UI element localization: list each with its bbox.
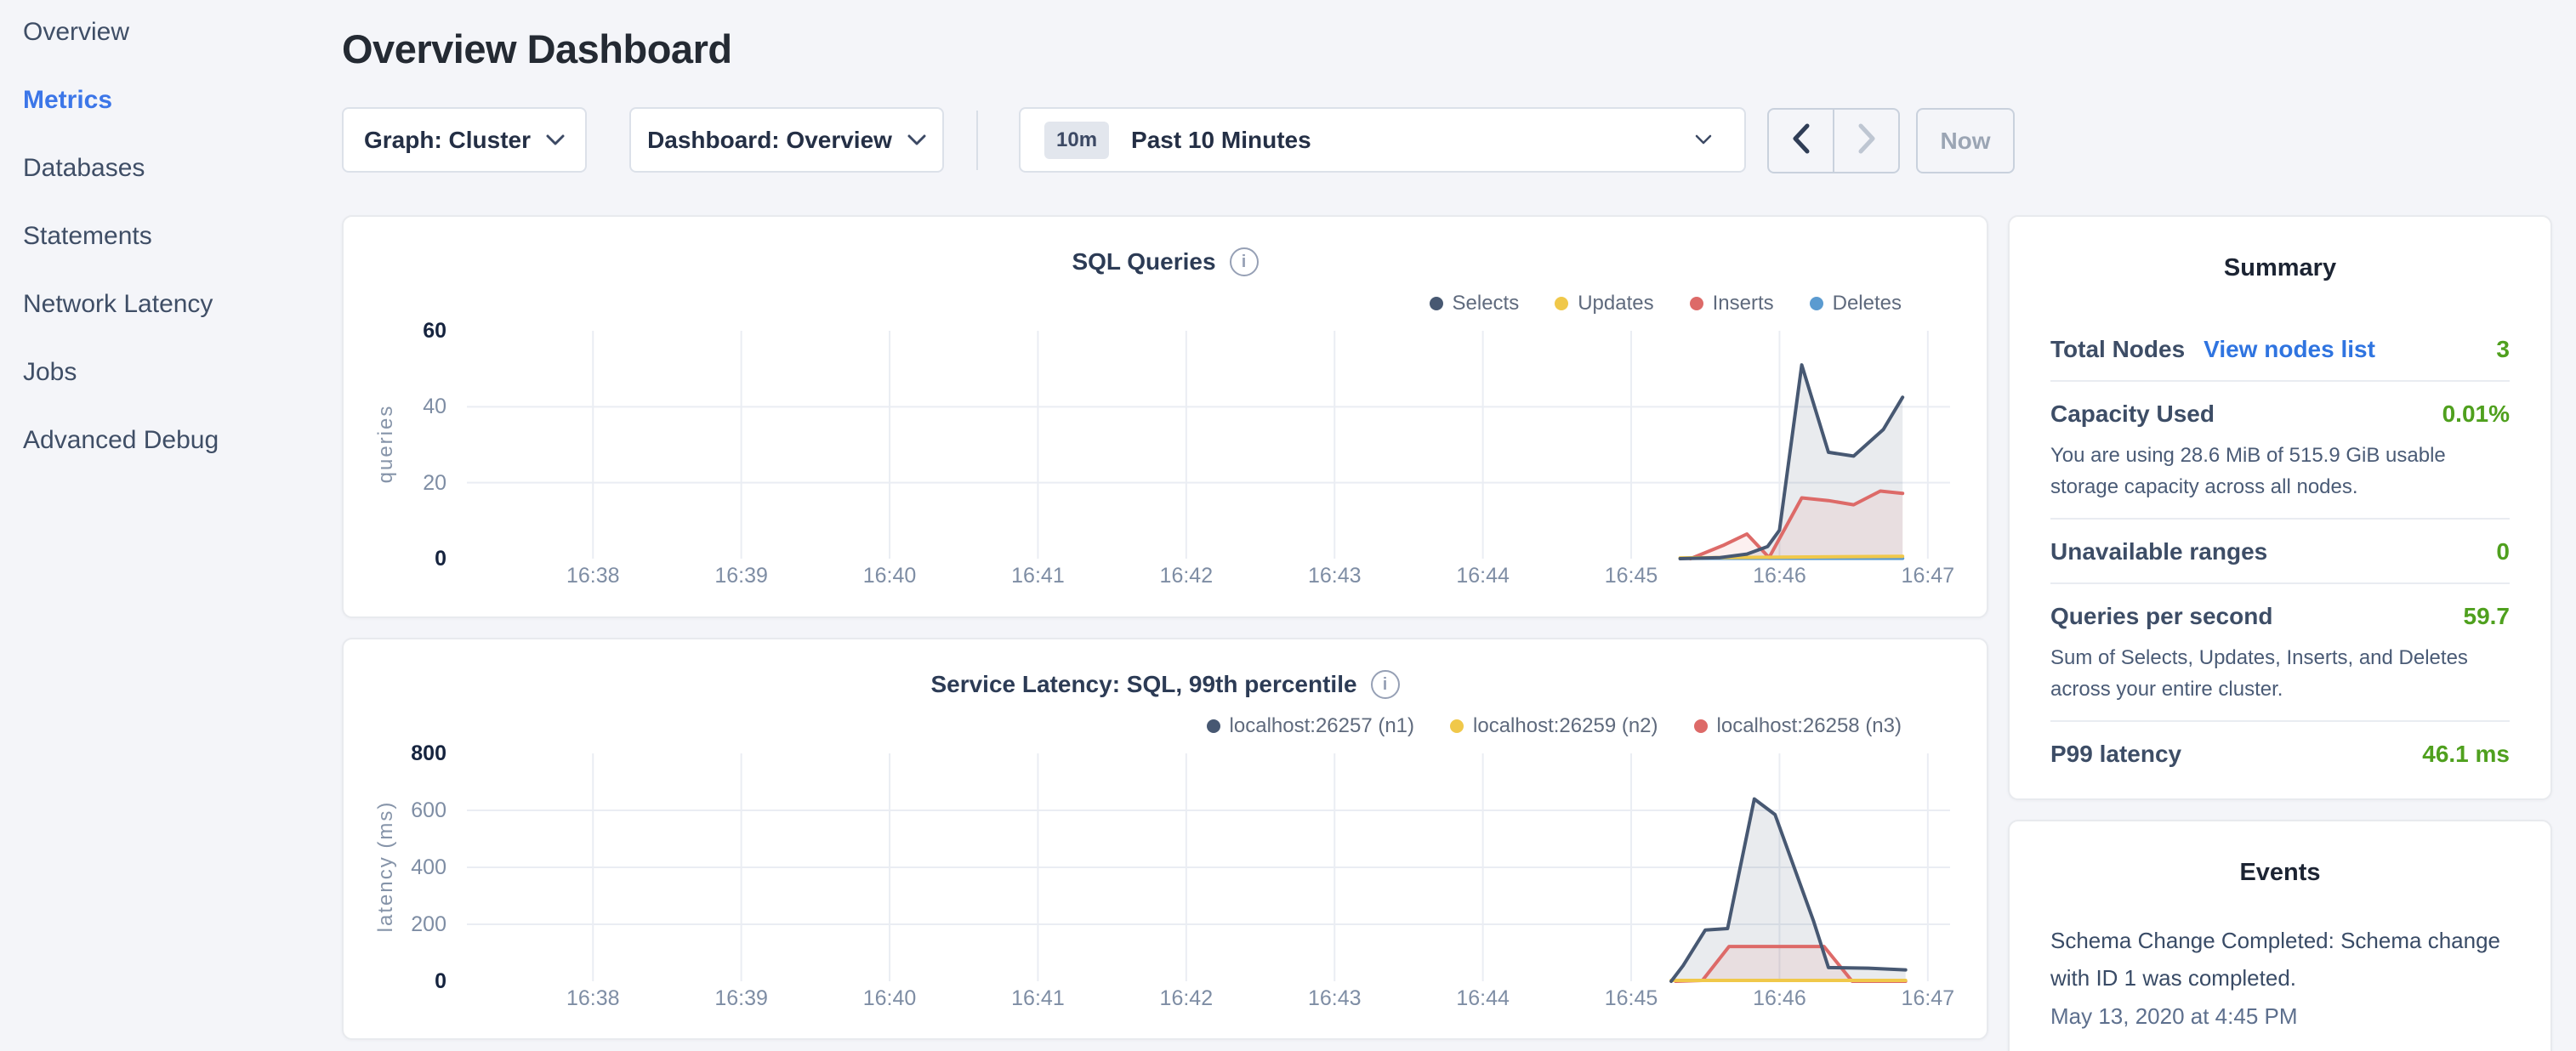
- chevron-down-icon: [907, 134, 926, 146]
- chevron-down-icon: [546, 134, 565, 146]
- events-title: Events: [2010, 859, 2550, 887]
- x-axis-tick: 16:41: [978, 986, 1097, 1011]
- qps-label: Queries per second: [2050, 603, 2272, 630]
- x-axis-tick: 16:43: [1275, 564, 1394, 588]
- x-axis-tick: 16:38: [533, 564, 652, 588]
- chevron-left-icon: [1791, 122, 1811, 159]
- y-axis-tick: 60: [361, 317, 446, 344]
- capacity-used-label: Capacity Used: [2050, 401, 2215, 428]
- sql-queries-chart-card: SQL Queries i SelectsUpdatesInsertsDelet…: [342, 215, 1988, 618]
- sidebar-item-overview[interactable]: Overview: [23, 17, 312, 48]
- chevron-down-icon: [1695, 134, 1712, 145]
- sidebar-item-jobs[interactable]: Jobs: [23, 357, 312, 388]
- x-axis-tick: 16:44: [1424, 564, 1543, 588]
- summary-row-qps: Queries per second 59.7: [2050, 584, 2510, 647]
- y-axis-tick: 400: [361, 854, 446, 881]
- x-axis-tick: 16:42: [1127, 564, 1246, 588]
- graph-scope-dropdown[interactable]: Graph: Cluster: [342, 107, 587, 173]
- summary-panel: Summary Total Nodes View nodes list 3 Ca…: [2008, 215, 2552, 800]
- qps-value: 59.7: [2464, 603, 2511, 630]
- x-axis-tick: 16:47: [1868, 986, 1987, 1011]
- p99-latency-label: P99 latency: [2050, 741, 2181, 768]
- x-axis-tick: 16:39: [682, 986, 801, 1011]
- y-axis-tick: 200: [361, 911, 446, 938]
- sidebar-item-metrics[interactable]: Metrics: [23, 85, 312, 116]
- time-prev-button[interactable]: [1769, 110, 1834, 172]
- time-range-label: Past 10 Minutes: [1131, 127, 1311, 154]
- view-nodes-list-link[interactable]: View nodes list: [2204, 336, 2375, 363]
- x-axis-tick: 16:46: [1720, 986, 1839, 1011]
- sidebar-nav: Overview Metrics Databases Statements Ne…: [23, 17, 312, 493]
- sidebar-item-databases[interactable]: Databases: [23, 153, 312, 184]
- y-axis-tick: 40: [361, 393, 446, 420]
- x-axis-tick: 16:40: [830, 564, 949, 588]
- summary-row-total-nodes: Total Nodes View nodes list 3: [2050, 317, 2510, 380]
- toolbar-divider: [976, 111, 978, 170]
- y-axis-tick: 0: [361, 968, 446, 995]
- y-axis-tick: 0: [361, 545, 446, 572]
- capacity-used-value: 0.01%: [2442, 401, 2510, 428]
- total-nodes-value: 3: [2496, 336, 2510, 363]
- capacity-used-description: You are using 28.6 MiB of 515.9 GiB usab…: [2050, 440, 2510, 503]
- time-next-button: [1834, 110, 1898, 172]
- page-title: Overview Dashboard: [342, 26, 732, 72]
- qps-description: Sum of Selects, Updates, Inserts, and De…: [2050, 642, 2510, 705]
- time-range-dropdown[interactable]: 10m Past 10 Minutes: [1019, 107, 1746, 173]
- dashboard-label: Dashboard: Overview: [647, 127, 892, 154]
- x-axis-tick: 16:45: [1572, 986, 1691, 1011]
- sidebar-item-advanced-debug[interactable]: Advanced Debug: [23, 425, 312, 456]
- now-button-label: Now: [1940, 128, 1990, 155]
- x-axis-tick: 16:45: [1572, 564, 1691, 588]
- chart-canvas[interactable]: [344, 217, 1984, 565]
- x-axis-tick: 16:47: [1868, 564, 1987, 588]
- x-axis-tick: 16:44: [1424, 986, 1543, 1011]
- x-axis-tick: 16:38: [533, 986, 652, 1011]
- sidebar-item-network-latency[interactable]: Network Latency: [23, 289, 312, 320]
- x-axis-tick: 16:43: [1275, 986, 1394, 1011]
- x-axis-tick: 16:40: [830, 986, 949, 1011]
- event-list-item: Schema Change Completed: Schema change w…: [2050, 922, 2510, 1030]
- dashboard-dropdown[interactable]: Dashboard: Overview: [629, 107, 944, 173]
- time-range-badge: 10m: [1044, 122, 1109, 159]
- now-button: Now: [1916, 108, 2015, 173]
- total-nodes-label: Total Nodes: [2050, 336, 2185, 363]
- graph-scope-label: Graph: Cluster: [364, 127, 531, 154]
- app-root: { "sidebar": { "items": [ { "label": "Ov…: [0, 0, 2576, 1051]
- unavailable-ranges-value: 0: [2496, 538, 2510, 565]
- chart-canvas[interactable]: [344, 639, 1984, 988]
- y-axis-tick: 800: [361, 740, 446, 767]
- service-latency-chart-card: Service Latency: SQL, 99th percentile i …: [342, 638, 1988, 1040]
- summary-row-capacity: Capacity Used 0.01%: [2050, 382, 2510, 445]
- unavailable-ranges-label: Unavailable ranges: [2050, 538, 2267, 565]
- summary-row-unavailable-ranges: Unavailable ranges 0: [2050, 520, 2510, 582]
- summary-row-p99: P99 latency 46.1 ms: [2050, 722, 2510, 785]
- y-axis-tick: 20: [361, 469, 446, 497]
- time-pager: [1767, 108, 1900, 173]
- p99-latency-value: 46.1 ms: [2422, 741, 2510, 768]
- y-axis-tick: 600: [361, 797, 446, 824]
- x-axis-tick: 16:41: [978, 564, 1097, 588]
- x-axis-tick: 16:39: [682, 564, 801, 588]
- x-axis-tick: 16:42: [1127, 986, 1246, 1011]
- events-panel: Events Schema Change Completed: Schema c…: [2008, 820, 2552, 1051]
- sidebar-item-statements[interactable]: Statements: [23, 221, 312, 252]
- event-timestamp: May 13, 2020 at 4:45 PM: [2050, 1003, 2510, 1030]
- event-text: Schema Change Completed: Schema change w…: [2050, 922, 2510, 997]
- summary-title: Summary: [2010, 254, 2550, 282]
- chevron-right-icon: [1857, 122, 1877, 159]
- x-axis-tick: 16:46: [1720, 564, 1839, 588]
